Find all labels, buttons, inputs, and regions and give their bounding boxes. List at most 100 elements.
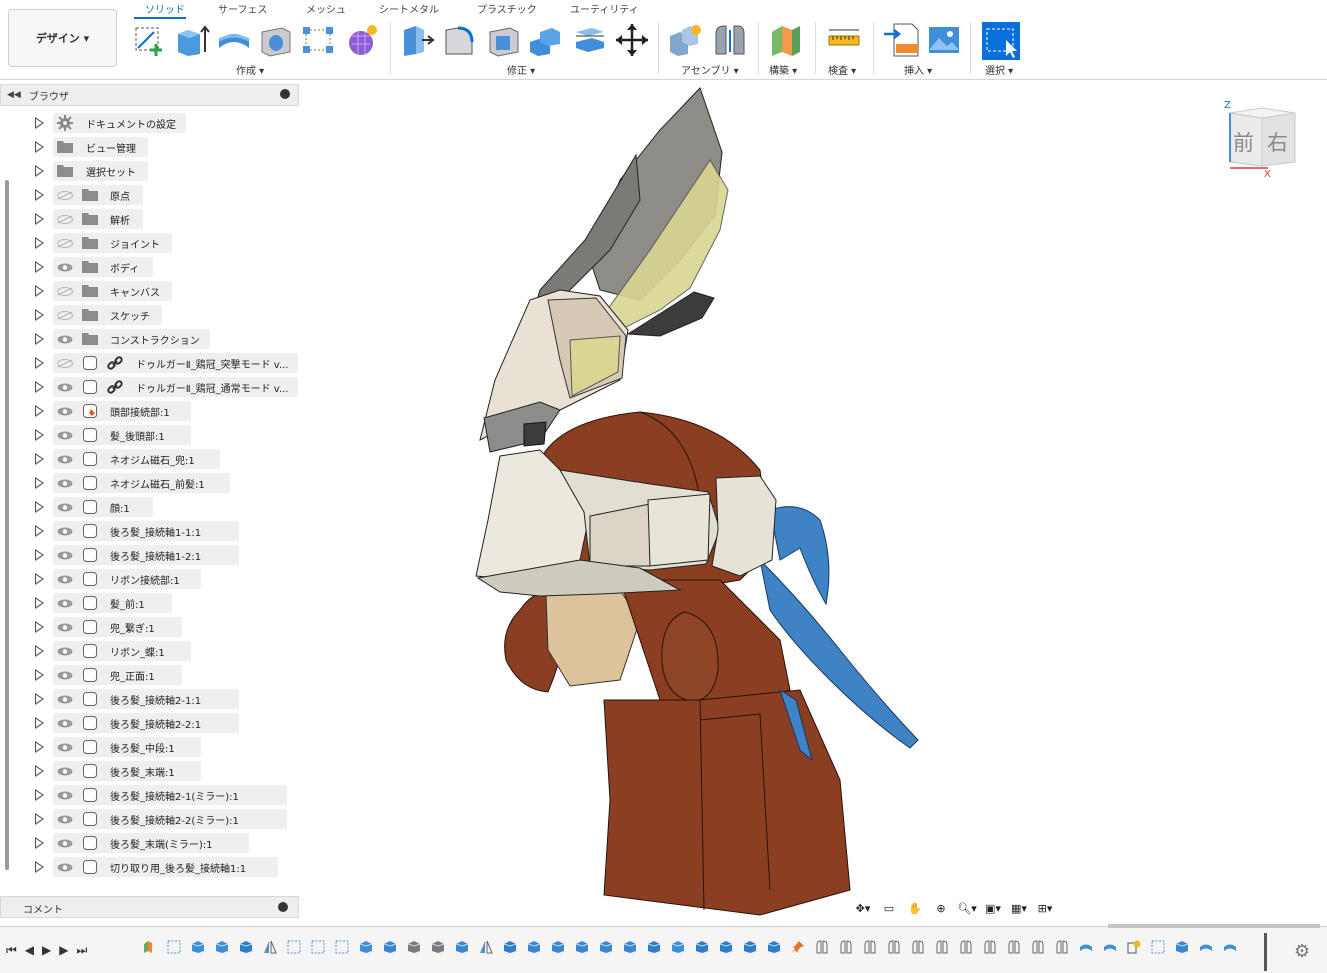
browser-node[interactable]: キャンバス xyxy=(0,279,299,303)
model-crest[interactable] xyxy=(479,87,729,453)
visibility-eye-icon[interactable] xyxy=(57,766,73,776)
expand-arrow-icon[interactable] xyxy=(35,429,44,441)
visibility-eye-icon[interactable] xyxy=(57,622,73,632)
expand-arrow-icon[interactable] xyxy=(35,741,44,753)
timeline-feature-joint-icon[interactable] xyxy=(839,940,853,954)
expand-arrow-icon[interactable] xyxy=(35,525,44,537)
browser-node[interactable]: 後ろ髪_末端:1 xyxy=(0,759,299,783)
browser-node[interactable]: ボディ xyxy=(0,255,299,279)
visibility-eye-icon[interactable] xyxy=(57,862,73,872)
browser-minimize-icon[interactable] xyxy=(280,89,290,99)
browser-node[interactable]: ドキュメントの設定 xyxy=(0,111,299,135)
timeline-feature-combine-icon[interactable] xyxy=(695,940,709,954)
create-form-icon[interactable] xyxy=(344,22,380,58)
timeline-feature-move-icon[interactable] xyxy=(455,940,469,954)
timeline-feature-joint-icon[interactable] xyxy=(911,940,925,954)
visibility-eye-icon[interactable] xyxy=(57,598,73,608)
select-group-label[interactable]: 選択 ▾ xyxy=(985,62,1013,77)
visibility-eye-icon[interactable] xyxy=(57,742,73,752)
timeline-feature-move-icon[interactable] xyxy=(575,940,589,954)
tab-solid[interactable]: ソリッド xyxy=(145,1,185,16)
expand-arrow-icon[interactable] xyxy=(35,333,44,345)
visibility-hidden-eye-icon[interactable] xyxy=(57,358,73,368)
browser-node[interactable]: 後ろ髪_末端(ミラー):1 xyxy=(0,831,299,855)
visibility-hidden-eye-icon[interactable] xyxy=(57,214,73,224)
timeline-feature-joint-icon[interactable] xyxy=(887,940,901,954)
pattern-icon[interactable] xyxy=(300,22,336,58)
expand-arrow-icon[interactable] xyxy=(35,165,44,177)
timeline-feature-form-icon[interactable] xyxy=(1127,940,1141,954)
timeline-feature-extrude-icon[interactable] xyxy=(191,940,205,954)
assemble-group-label[interactable]: アセンブリ ▾ xyxy=(681,62,739,77)
expand-arrow-icon[interactable] xyxy=(35,813,44,825)
timeline-feature-combine-icon[interactable] xyxy=(767,940,781,954)
modify-group-label[interactable]: 修正 ▾ xyxy=(507,62,535,77)
browser-node[interactable]: リボン_蝶:1 xyxy=(0,639,299,663)
timeline-feature-sketch-icon[interactable] xyxy=(167,940,181,954)
fillet-icon[interactable] xyxy=(442,22,478,58)
measure-icon[interactable] xyxy=(826,22,862,58)
viewcube-front-label[interactable]: 前 xyxy=(1233,131,1254,155)
timeline-feature-box-icon[interactable] xyxy=(407,940,421,954)
browser-node[interactable]: 顔:1 xyxy=(0,495,299,519)
timeline-feature-sketch-icon[interactable] xyxy=(311,940,325,954)
timeline-feature-combine-icon[interactable] xyxy=(239,940,253,954)
visibility-eye-icon[interactable] xyxy=(57,694,73,704)
visibility-eye-icon[interactable] xyxy=(57,478,73,488)
browser-node[interactable]: 兜_繋ぎ:1 xyxy=(0,615,299,639)
extrude-icon[interactable] xyxy=(174,22,210,58)
browser-node[interactable]: 後ろ髪_接続軸2-2(ミラー):1 xyxy=(0,807,299,831)
construct-group-label[interactable]: 構築 ▾ xyxy=(769,62,797,77)
timeline-feature-pin-icon[interactable] xyxy=(791,940,805,954)
expand-arrow-icon[interactable] xyxy=(35,117,44,129)
offset-plane-icon[interactable] xyxy=(768,22,804,58)
timeline-feature-revolve-icon[interactable] xyxy=(1223,940,1237,954)
timeline-scrollbar[interactable] xyxy=(1108,924,1320,928)
expand-arrow-icon[interactable] xyxy=(35,357,44,369)
tab-mesh[interactable]: メッシュ xyxy=(306,1,346,16)
move-copy-icon[interactable] xyxy=(614,22,650,58)
add-comment-icon[interactable] xyxy=(278,902,288,912)
browser-node[interactable]: 頭部接続部:1 xyxy=(0,399,299,423)
visibility-eye-icon[interactable] xyxy=(57,718,73,728)
viewcube-right-label[interactable]: 右 xyxy=(1267,131,1288,155)
fit-icon[interactable]: 🔍︎▾ xyxy=(956,899,978,917)
timeline-feature-joint-icon[interactable] xyxy=(1055,940,1069,954)
expand-arrow-icon[interactable] xyxy=(35,765,44,777)
expand-arrow-icon[interactable] xyxy=(35,861,44,873)
visibility-eye-icon[interactable] xyxy=(57,382,73,392)
workspace-switcher-button[interactable]: デザイン ▾ xyxy=(8,9,117,67)
browser-node[interactable]: ネオジム磁石_兜:1 xyxy=(0,447,299,471)
joint-icon[interactable] xyxy=(712,22,748,58)
timeline-feature-move-icon[interactable] xyxy=(551,940,565,954)
split-body-icon[interactable] xyxy=(572,22,608,58)
timeline-feature-revolve-icon[interactable] xyxy=(1103,940,1117,954)
visibility-eye-icon[interactable] xyxy=(57,430,73,440)
timeline-feature-sketch-icon[interactable] xyxy=(1151,940,1165,954)
timeline-feature-joint-icon[interactable] xyxy=(863,940,877,954)
expand-arrow-icon[interactable] xyxy=(35,261,44,273)
display-settings-icon[interactable]: ▣▾ xyxy=(982,899,1004,917)
visibility-eye-icon[interactable] xyxy=(57,406,73,416)
timeline-feature-plane-icon[interactable] xyxy=(143,940,157,954)
expand-arrow-icon[interactable] xyxy=(35,405,44,417)
browser-node[interactable]: 兜_正面:1 xyxy=(0,663,299,687)
expand-arrow-icon[interactable] xyxy=(35,141,44,153)
timeline-feature-combine-icon[interactable] xyxy=(719,940,733,954)
pan-icon[interactable]: ✋ xyxy=(904,899,926,917)
expand-arrow-icon[interactable] xyxy=(35,285,44,297)
timeline-feature-joint-icon[interactable] xyxy=(935,940,949,954)
viewports-icon[interactable]: ⊞▾ xyxy=(1034,899,1056,917)
expand-arrow-icon[interactable] xyxy=(35,645,44,657)
combine-icon[interactable] xyxy=(528,22,564,58)
browser-node[interactable]: 切り取り用_後ろ髪_接続軸1:1 xyxy=(0,855,299,879)
browser-node[interactable]: 後ろ髪_接続軸1-2:1 xyxy=(0,543,299,567)
timeline-feature-joint-icon[interactable] xyxy=(959,940,973,954)
expand-arrow-icon[interactable] xyxy=(35,621,44,633)
timeline-feature-combine-icon[interactable] xyxy=(743,940,757,954)
visibility-eye-icon[interactable] xyxy=(57,814,73,824)
expand-arrow-icon[interactable] xyxy=(35,213,44,225)
visibility-hidden-eye-icon[interactable] xyxy=(57,310,73,320)
viewcube[interactable]: 前 右 Z X xyxy=(1224,100,1296,180)
timeline-feature-mirror-icon[interactable] xyxy=(479,940,493,954)
